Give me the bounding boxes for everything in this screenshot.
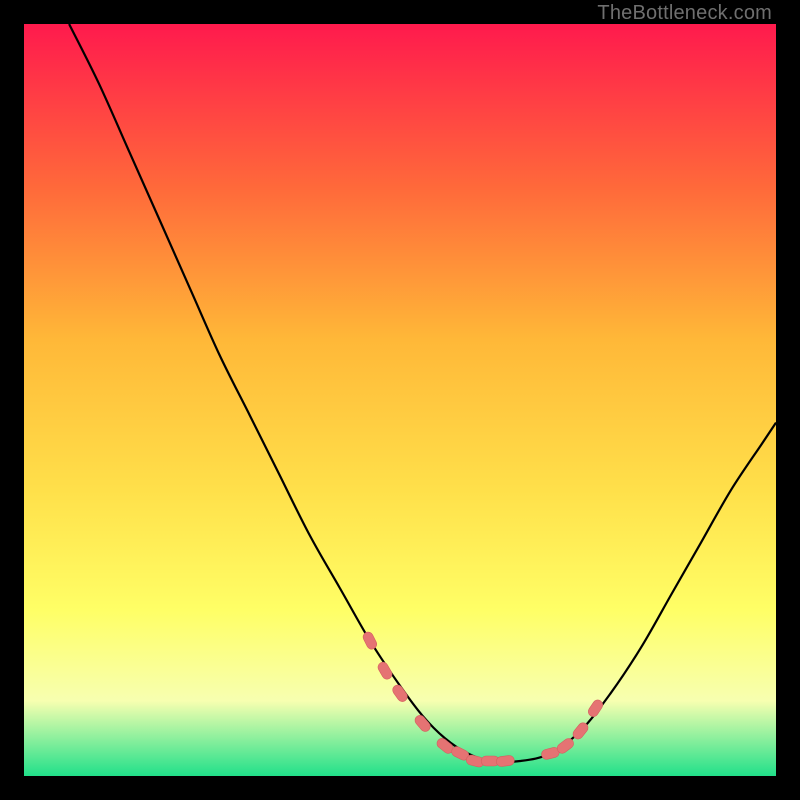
gradient-background — [24, 24, 776, 776]
watermark-text: TheBottleneck.com — [597, 2, 772, 25]
chart-frame — [24, 24, 776, 776]
bottleneck-chart — [24, 24, 776, 776]
